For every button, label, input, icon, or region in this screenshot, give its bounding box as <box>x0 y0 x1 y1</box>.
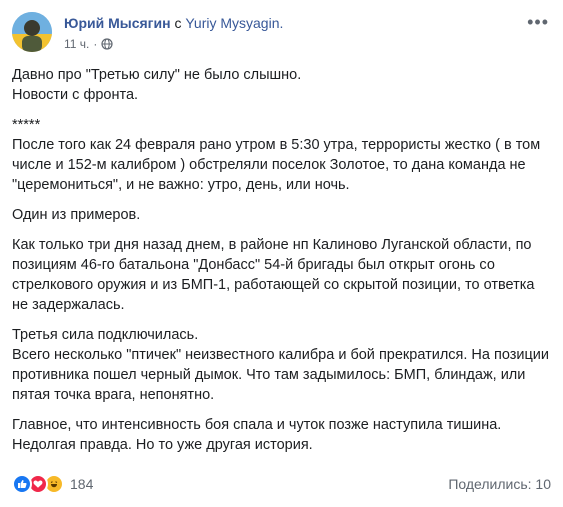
globe-icon[interactable] <box>101 38 113 50</box>
paragraph: Главное, что интенсивность боя спала и ч… <box>12 417 502 453</box>
paragraph: ***** После того как 24 февраля рано утр… <box>12 117 541 193</box>
like-icon <box>12 474 32 494</box>
paragraph: Как только три дня назад днем, в районе … <box>12 237 535 313</box>
post-text: Давно про "Третью силу" не было слышно. … <box>12 65 553 465</box>
post-header: Юрий Мысягин с Yuriy Mysyagin. 11 ч. · •… <box>12 12 551 56</box>
paragraph: Давно про "Третью силу" не было слышно. … <box>12 67 302 103</box>
paragraph: Третья сила подключилась. Всего нескольк… <box>12 327 550 403</box>
post-meta: 11 ч. · <box>64 37 113 51</box>
author-name-link[interactable]: Юрий Мысягин <box>64 15 171 31</box>
author-line: Юрий Мысягин с Yuriy Mysyagin. <box>64 15 283 31</box>
post-time[interactable]: 11 ч. <box>64 37 89 51</box>
reactions-count: 184 <box>70 476 94 492</box>
with-word: с <box>174 15 182 31</box>
more-options-icon[interactable]: ••• <box>527 12 549 33</box>
paragraph: Один из примеров. <box>12 207 141 223</box>
meta-separator: · <box>93 37 98 51</box>
facebook-post: Юрий Мысягин с Yuriy Mysyagin. 11 ч. · •… <box>0 0 563 507</box>
page-name-link[interactable]: Yuriy Mysyagin. <box>185 15 283 31</box>
shares-count[interactable]: Поделились: 10 <box>448 476 551 492</box>
reactions-summary[interactable]: 184 <box>12 474 93 494</box>
post-footer: 184 Поделились: 10 <box>12 474 551 496</box>
author-avatar[interactable] <box>12 12 52 52</box>
